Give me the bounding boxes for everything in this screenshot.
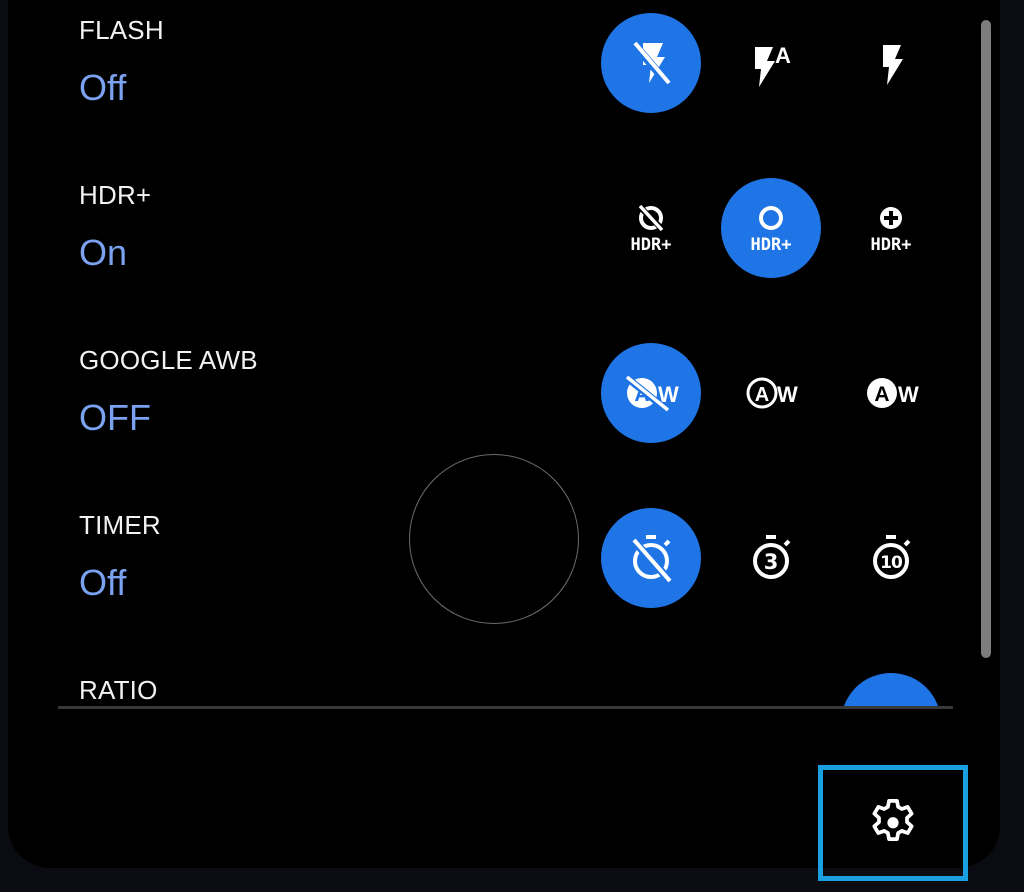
quick-settings-panel: FLASH Off A HDR+ On HDR+ HDR+ HDR+ GOOGL… [8, 0, 1000, 868]
flash-auto-option[interactable]: A [721, 13, 821, 113]
hdr-on-icon: HDR+ [751, 206, 792, 255]
awb-outline-option[interactable]: A W [721, 343, 821, 443]
flash-auto-icon: A [755, 43, 791, 87]
hdr-enhanced-option[interactable]: HDR+ [841, 178, 941, 278]
awb-outline-icon: A W [746, 377, 798, 409]
settings-button[interactable] [818, 765, 968, 881]
svg-text:3: 3 [764, 550, 779, 574]
divider [58, 706, 953, 709]
awb-off-icon: A W [623, 374, 679, 414]
gear-icon [872, 798, 914, 841]
timer-off-icon [630, 535, 674, 585]
svg-text:A: A [775, 43, 791, 68]
flash-off-option[interactable] [601, 13, 701, 113]
focus-ring [409, 454, 579, 624]
flash-on-option[interactable] [841, 13, 941, 113]
timer-off-option[interactable] [601, 508, 701, 608]
setting-value: On [79, 232, 128, 273]
timer-3-icon: 3 [753, 535, 791, 579]
ratio-tall-option[interactable] [721, 673, 821, 707]
svg-text:HDR+: HDR+ [631, 235, 672, 255]
setting-row-flash: FLASH Off A [8, 13, 1000, 180]
hdr-enhanced-icon: HDR+ [871, 207, 912, 255]
timer-10-option[interactable]: 10 [841, 508, 941, 608]
svg-text:HDR+: HDR+ [871, 235, 912, 255]
hdr-off-option[interactable]: HDR+ [601, 178, 701, 278]
setting-value: Off [79, 562, 127, 603]
svg-text:HDR+: HDR+ [751, 235, 792, 255]
hdr-off-icon: HDR+ [631, 203, 672, 255]
setting-row-hdr: HDR+ On HDR+ HDR+ HDR+ [8, 178, 1000, 345]
setting-label: HDR+ [79, 180, 152, 210]
svg-text:10: 10 [880, 553, 903, 573]
ratio-wide-icon [861, 693, 921, 707]
flash-on-icon [883, 45, 903, 85]
scrollbar[interactable] [981, 20, 991, 658]
setting-label: GOOGLE AWB [79, 345, 258, 375]
hdr-on-option[interactable]: HDR+ [721, 178, 821, 278]
setting-label: RATIO [79, 675, 158, 705]
ratio-tall-icon [741, 693, 801, 707]
timer-3-option[interactable]: 3 [721, 508, 821, 608]
timer-10-icon: 10 [873, 535, 911, 579]
awb-filled-option[interactable]: A W [841, 343, 941, 443]
svg-text:A: A [874, 383, 889, 406]
awb-off-option[interactable]: A W [601, 343, 701, 443]
svg-text:A: A [755, 384, 769, 406]
svg-text:W: W [777, 382, 798, 407]
setting-label: FLASH [79, 15, 164, 45]
setting-value: Off [79, 67, 127, 108]
ratio-wide-option[interactable] [841, 673, 941, 707]
awb-filled-icon: A W [867, 378, 919, 408]
setting-value: OFF [79, 397, 151, 438]
setting-row-ratio: RATIO [8, 673, 1000, 707]
flash-off-icon [629, 40, 673, 88]
setting-label: TIMER [79, 510, 161, 540]
svg-text:W: W [898, 382, 919, 407]
